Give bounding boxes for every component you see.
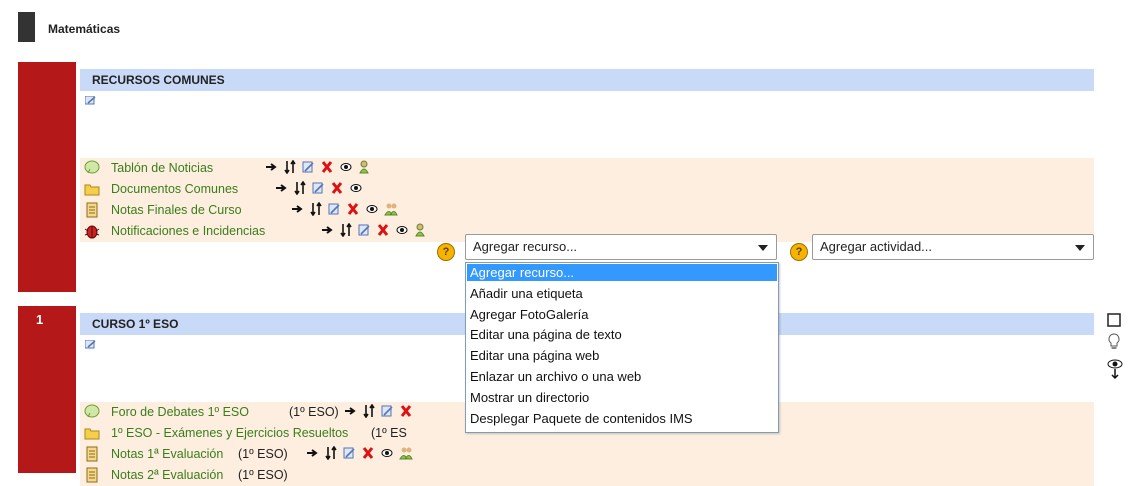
move-updown-icon[interactable]: [339, 223, 352, 237]
edit-icon[interactable]: [358, 223, 370, 237]
move-updown-icon[interactable]: [309, 202, 322, 216]
activity-link[interactable]: Notificaciones e Incidencias: [111, 224, 265, 238]
edit-tools: [306, 446, 416, 462]
dropdown-option[interactable]: Mostrar un directorio: [467, 389, 777, 406]
group-mode-icon[interactable]: [399, 446, 413, 460]
activity-link[interactable]: Notas 1ª Evaluación: [111, 447, 223, 461]
move-updown-icon[interactable]: [283, 160, 296, 174]
move-right-icon[interactable]: [291, 202, 303, 216]
activity-row: Notas 1ª Evaluación (1º ESO): [80, 444, 1094, 465]
edit-summary-icon[interactable]: [85, 96, 96, 105]
move-right-icon[interactable]: [321, 223, 333, 237]
grade-icon: [86, 202, 98, 218]
activity-link[interactable]: Notas Finales de Curso: [111, 203, 242, 217]
visibility-eye-icon[interactable]: [366, 202, 378, 216]
activity-link[interactable]: Documentos Comunes: [111, 182, 238, 196]
course-tab-marker: [18, 12, 35, 42]
visibility-eye-icon[interactable]: [396, 223, 408, 237]
folder-icon: [84, 184, 100, 196]
chevron-down-icon: [1075, 245, 1085, 251]
section-number: 1: [36, 312, 44, 327]
dropdown-option[interactable]: Enlazar un archivo o una web: [467, 368, 777, 385]
add-activity-value: Agregar actividad...: [820, 239, 933, 254]
group-label: (1º ESO): [238, 468, 288, 482]
edit-icon[interactable]: [328, 202, 340, 216]
add-resource-value: Agregar recurso...: [473, 239, 578, 254]
edit-tools: [291, 202, 401, 218]
grade-icon: [86, 467, 98, 483]
dropdown-option[interactable]: Editar una página web: [467, 347, 777, 364]
edit-icon[interactable]: [381, 404, 393, 418]
activity-link[interactable]: Notas 2ª Evaluación: [111, 468, 223, 482]
delete-icon[interactable]: [347, 202, 359, 216]
edit-tools: [321, 223, 429, 239]
section-0-title: RECURSOS COMUNES: [92, 73, 225, 87]
group-label: (1º ESO): [289, 405, 339, 419]
help-icon[interactable]: ?: [790, 243, 808, 261]
edit-summary-icon[interactable]: [85, 340, 96, 349]
chevron-down-icon: [758, 245, 768, 251]
activity-row: Tablón de Noticias: [80, 158, 1094, 179]
group-mode-icon[interactable]: [384, 202, 398, 216]
bug-icon: [84, 225, 100, 239]
grade-icon: [86, 446, 98, 462]
dropdown-option[interactable]: Agregar recurso...: [467, 264, 777, 281]
edit-tools: [275, 181, 365, 197]
group-mode-icon[interactable]: [358, 160, 370, 174]
edit-icon[interactable]: [343, 446, 355, 460]
add-resource-select[interactable]: Agregar recurso...: [465, 234, 777, 260]
edit-icon[interactable]: [302, 160, 314, 174]
move-updown-icon[interactable]: [293, 181, 306, 195]
edit-tools: [344, 404, 415, 420]
move-right-icon[interactable]: [275, 181, 287, 195]
activity-link[interactable]: 1º ESO - Exámenes y Ejercicios Resueltos: [111, 426, 348, 440]
dropdown-option[interactable]: Editar una página de texto: [467, 326, 777, 343]
edit-tools: [265, 160, 373, 176]
delete-icon[interactable]: [331, 181, 343, 195]
forum-icon: [84, 160, 100, 174]
move-updown-icon[interactable]: [324, 446, 337, 460]
activity-link[interactable]: Tablón de Noticias: [111, 161, 213, 175]
dropdown-option[interactable]: Añadir una etiqueta: [467, 285, 777, 302]
group-label: (1º ES: [371, 426, 407, 440]
add-resource-dropdown-list: Agregar recurso... Añadir una etiqueta A…: [465, 262, 779, 433]
activity-row: Notas 2ª Evaluación (1º ESO): [80, 465, 1094, 486]
move-right-icon[interactable]: [344, 404, 356, 418]
move-right-icon[interactable]: [306, 446, 318, 460]
group-mode-icon[interactable]: [414, 223, 426, 237]
section-0-header: RECURSOS COMUNES: [80, 69, 1094, 91]
section-0-sidebar: [18, 62, 76, 292]
delete-icon[interactable]: [377, 223, 389, 237]
visibility-eye-icon[interactable]: [350, 181, 362, 195]
delete-icon[interactable]: [362, 446, 374, 460]
show-one-section-icon[interactable]: [1107, 313, 1121, 327]
section-1-title: CURSO 1º ESO: [92, 317, 179, 331]
hide-section-eye-icon[interactable]: [1107, 356, 1123, 380]
course-title: Matemáticas: [48, 22, 121, 36]
activity-link[interactable]: Foro de Debates 1º ESO: [111, 405, 249, 419]
delete-icon[interactable]: [321, 160, 333, 174]
folder-icon: [84, 428, 100, 440]
forum-icon: [84, 404, 100, 418]
section-1-sidebar: 1: [18, 306, 76, 473]
activity-row: Documentos Comunes: [80, 179, 1094, 200]
visibility-eye-icon[interactable]: [381, 446, 393, 460]
dropdown-option[interactable]: Agregar FotoGalería: [467, 306, 777, 323]
dropdown-option[interactable]: Desplegar Paquete de contenidos IMS: [467, 410, 777, 427]
visibility-eye-icon[interactable]: [340, 160, 352, 174]
group-label: (1º ESO): [238, 447, 288, 461]
move-right-icon[interactable]: [265, 160, 277, 174]
activity-row: Notas Finales de Curso: [80, 200, 1094, 221]
help-icon[interactable]: ?: [437, 243, 455, 261]
edit-icon[interactable]: [312, 181, 324, 195]
highlight-bulb-icon[interactable]: [1107, 333, 1121, 351]
add-activity-select[interactable]: Agregar actividad...: [812, 234, 1094, 260]
move-updown-icon[interactable]: [362, 404, 375, 418]
delete-icon[interactable]: [400, 404, 412, 418]
